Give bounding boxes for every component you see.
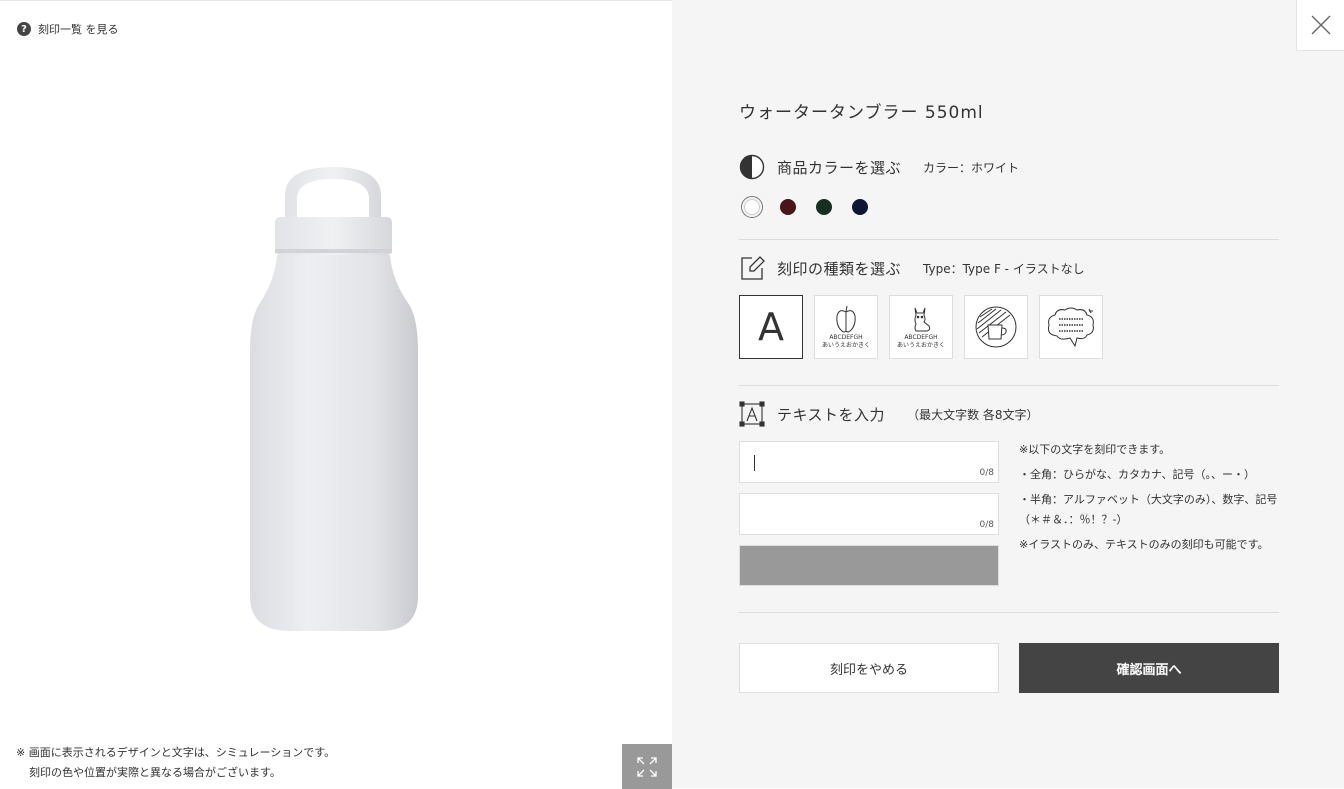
color-current: カラー：ホワイト xyxy=(923,160,1020,175)
divider xyxy=(739,385,1279,386)
type-caption: ABCDEFGH xyxy=(829,334,863,341)
contrast-icon xyxy=(739,154,765,180)
color-section-label: 商品カラーを選ぶ xyxy=(777,158,902,177)
text-line-2-field[interactable]: 0/8 xyxy=(739,493,999,535)
swatch-dot xyxy=(744,199,760,215)
swatch-navy[interactable] xyxy=(849,196,871,218)
note-line: ・全角：ひらがな、カタカナ、記号（。、ー・） xyxy=(1019,468,1255,481)
note-line: ※イラストのみ、テキストのみの刻印も可能です。 xyxy=(1019,538,1269,551)
type-options: A ABCDEFGH あいうえおかきく ABCDEFGH あいうえおかきく xyxy=(739,295,1103,359)
type-option-dog[interactable]: ABCDEFGH あいうえおかきく xyxy=(889,295,953,359)
dog-icon xyxy=(914,307,931,332)
swatch-white[interactable] xyxy=(741,196,763,218)
cancel-engraving-button[interactable]: 刻印をやめる xyxy=(739,643,999,693)
type-a-glyph: A xyxy=(758,305,784,349)
bottle-image xyxy=(250,167,418,631)
text-line-1-input[interactable] xyxy=(740,442,998,482)
type-section-header: 刻印の種類を選ぶ Type：Type F - イラストなし xyxy=(739,255,1085,281)
mug-icon xyxy=(975,306,1017,348)
text-limit: （最大文字数 各8文字） xyxy=(907,407,1039,422)
engraving-notes: ※以下の文字を刻印できます。 ・全角：ひらがな、カタカナ、記号（。、ー・） ・半… xyxy=(1019,440,1281,560)
type-section-label: 刻印の種類を選ぶ xyxy=(777,259,902,278)
type-current: Type：Type F - イラストなし xyxy=(923,261,1085,276)
type-caption: あいうえおかきく xyxy=(821,342,870,349)
disclaimer-line-2: 刻印の色や位置が実際と異なる場合がございます。 xyxy=(29,766,281,779)
type-caption: ABCDEFGH xyxy=(904,334,938,341)
type-option-apple[interactable]: ABCDEFGH あいうえおかきく xyxy=(814,295,878,359)
note-line: ・半角：アルファベット（大文字のみ）、数字、記号（＊＃＆．：％！？-） xyxy=(1019,493,1278,526)
expand-button[interactable] xyxy=(622,744,672,789)
type-option-cloud[interactable] xyxy=(1039,295,1103,359)
engraving-list-label: 刻印一覧 を見る xyxy=(38,23,119,36)
note-line: ※以下の文字を刻印できます。 xyxy=(1019,443,1171,456)
help-icon: ? xyxy=(17,22,31,36)
text-section-header: テキストを入力 （最大文字数 各8文字） xyxy=(739,401,1039,427)
divider xyxy=(739,612,1279,613)
color-section-header: 商品カラーを選ぶ カラー：ホワイト xyxy=(739,154,1019,180)
apple-icon xyxy=(836,305,856,333)
char-counter: 0/8 xyxy=(979,468,994,478)
edit-icon xyxy=(741,256,765,280)
swatch-dark-red[interactable] xyxy=(777,196,799,218)
preview-panel: ? 刻印一覧 を見る ※ 画面に表示されるデザインと文字は、シミュレーションです… xyxy=(0,0,672,789)
product-title: ウォータータンブラー 550ml xyxy=(739,103,984,123)
swatch-dot xyxy=(852,199,868,215)
text-section-label: テキストを入力 xyxy=(777,405,886,424)
swatch-dark-green[interactable] xyxy=(813,196,835,218)
char-counter: 0/8 xyxy=(979,520,994,530)
confirm-button[interactable]: 確認画面へ xyxy=(1019,643,1279,693)
disabled-field xyxy=(739,545,999,586)
simulation-disclaimer: ※ 画面に表示されるデザインと文字は、シミュレーションです。 刻印の色や位置が実… xyxy=(16,743,335,783)
text-frame-icon xyxy=(739,401,765,427)
color-swatches xyxy=(741,196,871,218)
type-option-text[interactable]: A xyxy=(739,295,803,359)
disclaimer-line-1: ※ 画面に表示されるデザインと文字は、シミュレーションです。 xyxy=(16,746,336,759)
swatch-dot xyxy=(816,199,832,215)
type-caption: あいうえおかきく xyxy=(896,342,945,349)
close-icon xyxy=(1311,15,1330,35)
text-cursor xyxy=(754,455,755,471)
engraving-list-link[interactable]: ? 刻印一覧 を見る xyxy=(17,21,119,37)
close-button[interactable] xyxy=(1296,0,1344,51)
text-line-2-input[interactable] xyxy=(740,494,998,534)
text-line-1-field[interactable]: 0/8 xyxy=(739,441,999,483)
swatch-dot xyxy=(780,199,796,215)
divider xyxy=(739,239,1279,240)
expand-icon xyxy=(637,756,657,777)
type-option-mug[interactable] xyxy=(964,295,1028,359)
cloud-icon xyxy=(1048,307,1094,348)
